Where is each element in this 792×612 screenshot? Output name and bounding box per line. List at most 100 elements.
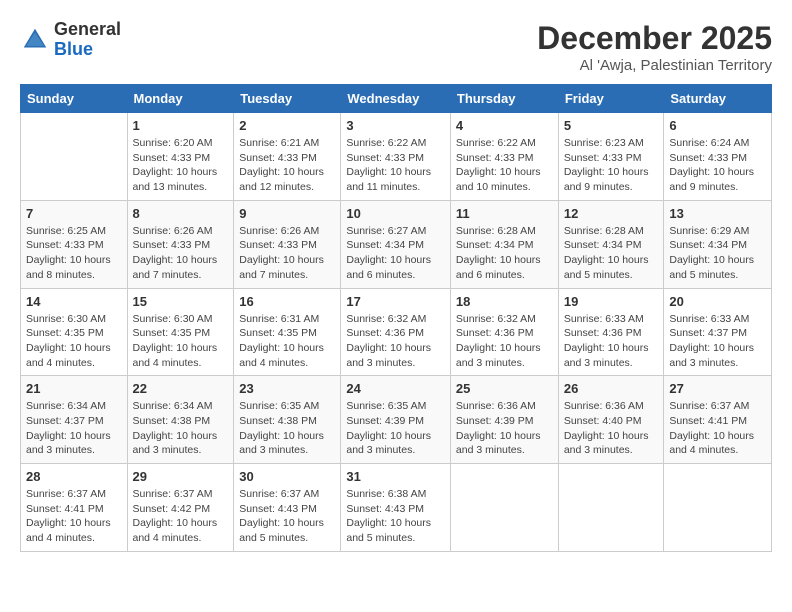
calendar-cell: 19Sunrise: 6:33 AMSunset: 4:36 PMDayligh… xyxy=(558,288,664,376)
day-number: 2 xyxy=(239,118,335,133)
day-info: Sunrise: 6:36 AMSunset: 4:39 PMDaylight:… xyxy=(456,399,553,458)
day-number: 17 xyxy=(346,294,445,309)
calendar-cell: 20 Sunrise: 6:33 AMSunset: 4:37 PMDayligh… xyxy=(664,288,772,376)
day-info: Sunrise: 6:28 AMSunset: 4:34 PMDaylight:… xyxy=(456,224,553,283)
calendar-cell: 13Sunrise: 6:29 AMSunset: 4:34 PMDayligh… xyxy=(664,200,772,288)
calendar-cell: 8 Sunrise: 6:26 AMSunset: 4:33 PMDaylight… xyxy=(127,200,234,288)
calendar-cell: 11 Sunrise: 6:28 AMSunset: 4:34 PMDayligh… xyxy=(450,200,558,288)
day-number: 26 xyxy=(564,381,659,396)
calendar-cell: 12 Sunrise: 6:28 AMSunset: 4:34 PMDayligh… xyxy=(558,200,664,288)
day-number: 5 xyxy=(564,118,659,133)
logo-general-text: General xyxy=(54,20,121,40)
day-number: 6 xyxy=(669,118,766,133)
calendar-cell: 3 Sunrise: 6:22 AMSunset: 4:33 PMDaylight… xyxy=(341,113,451,201)
page-title: December 2025 xyxy=(537,20,772,57)
day-info: Sunrise: 6:22 AMSunset: 4:33 PMDaylight:… xyxy=(346,136,445,195)
calendar-cell: 1Sunrise: 6:20 AMSunset: 4:33 PMDaylight… xyxy=(127,113,234,201)
day-info: Sunrise: 6:34 AMSunset: 4:38 PMDaylight:… xyxy=(133,399,229,458)
day-number: 27 xyxy=(669,381,766,396)
day-info: Sunrise: 6:35 AMSunset: 4:38 PMDaylight:… xyxy=(239,399,335,458)
calendar-cell: 6Sunrise: 6:24 AMSunset: 4:33 PMDaylight… xyxy=(664,113,772,201)
calendar-cell xyxy=(558,464,664,552)
day-info: Sunrise: 6:37 AMSunset: 4:42 PMDaylight:… xyxy=(133,487,229,546)
day-number: 14 xyxy=(26,294,122,309)
day-number: 11 xyxy=(456,206,553,221)
calendar-header-thursday: Thursday xyxy=(450,85,558,113)
day-number: 16 xyxy=(239,294,335,309)
day-info: Sunrise: 6:36 AMSunset: 4:40 PMDaylight:… xyxy=(564,399,659,458)
day-info: Sunrise: 6:32 AMSunset: 4:36 PMDaylight:… xyxy=(346,312,445,371)
day-info: Sunrise: 6:37 AMSunset: 4:41 PMDaylight:… xyxy=(669,399,766,458)
day-info: Sunrise: 6:28 AMSunset: 4:34 PMDaylight:… xyxy=(564,224,659,283)
calendar-cell: 27 Sunrise: 6:37 AMSunset: 4:41 PMDayligh… xyxy=(664,376,772,464)
day-number: 31 xyxy=(346,469,445,484)
calendar-cell: 21 Sunrise: 6:34 AMSunset: 4:37 PMDayligh… xyxy=(21,376,128,464)
calendar-cell: 28 Sunrise: 6:37 AMSunset: 4:41 PMDayligh… xyxy=(21,464,128,552)
day-info: Sunrise: 6:25 AMSunset: 4:33 PMDaylight:… xyxy=(26,224,122,283)
calendar-cell: 22 Sunrise: 6:34 AMSunset: 4:38 PMDayligh… xyxy=(127,376,234,464)
calendar-header-wednesday: Wednesday xyxy=(341,85,451,113)
week-row-1: 1Sunrise: 6:20 AMSunset: 4:33 PMDaylight… xyxy=(21,113,772,201)
day-number: 12 xyxy=(564,206,659,221)
day-info: Sunrise: 6:38 AMSunset: 4:43 PMDaylight:… xyxy=(346,487,445,546)
logo: General Blue xyxy=(20,20,121,60)
calendar-cell xyxy=(664,464,772,552)
day-info: Sunrise: 6:32 AMSunset: 4:36 PMDaylight:… xyxy=(456,312,553,371)
day-number: 15 xyxy=(133,294,229,309)
page-header: General Blue December 2025 Al 'Awja, Pal… xyxy=(20,20,772,74)
calendar-cell: 18 Sunrise: 6:32 AMSunset: 4:36 PMDayligh… xyxy=(450,288,558,376)
day-number: 25 xyxy=(456,381,553,396)
day-info: Sunrise: 6:33 AMSunset: 4:37 PMDaylight:… xyxy=(669,312,766,371)
calendar-cell: 4Sunrise: 6:22 AMSunset: 4:33 PMDaylight… xyxy=(450,113,558,201)
calendar-header-saturday: Saturday xyxy=(664,85,772,113)
title-area: December 2025 Al 'Awja, Palestinian Terr… xyxy=(537,20,772,74)
day-number: 20 xyxy=(669,294,766,309)
day-number: 3 xyxy=(346,118,445,133)
day-number: 9 xyxy=(239,206,335,221)
calendar-cell xyxy=(450,464,558,552)
day-info: Sunrise: 6:37 AMSunset: 4:43 PMDaylight:… xyxy=(239,487,335,546)
calendar-cell: 25 Sunrise: 6:36 AMSunset: 4:39 PMDayligh… xyxy=(450,376,558,464)
calendar-header-monday: Monday xyxy=(127,85,234,113)
day-info: Sunrise: 6:37 AMSunset: 4:41 PMDaylight:… xyxy=(26,487,122,546)
day-number: 18 xyxy=(456,294,553,309)
calendar-cell: 9Sunrise: 6:26 AMSunset: 4:33 PMDaylight… xyxy=(234,200,341,288)
day-info: Sunrise: 6:30 AMSunset: 4:35 PMDaylight:… xyxy=(26,312,122,371)
calendar-header-row: SundayMondayTuesdayWednesdayThursdayFrid… xyxy=(21,85,772,113)
day-info: Sunrise: 6:34 AMSunset: 4:37 PMDaylight:… xyxy=(26,399,122,458)
day-info: Sunrise: 6:26 AMSunset: 4:33 PMDaylight:… xyxy=(133,224,229,283)
day-info: Sunrise: 6:21 AMSunset: 4:33 PMDaylight:… xyxy=(239,136,335,195)
day-number: 21 xyxy=(26,381,122,396)
calendar-header-friday: Friday xyxy=(558,85,664,113)
day-number: 23 xyxy=(239,381,335,396)
calendar-header-sunday: Sunday xyxy=(21,85,128,113)
calendar-cell: 2 Sunrise: 6:21 AMSunset: 4:33 PMDaylight… xyxy=(234,113,341,201)
calendar-cell: 24Sunrise: 6:35 AMSunset: 4:39 PMDayligh… xyxy=(341,376,451,464)
day-number: 10 xyxy=(346,206,445,221)
calendar-cell: 15 Sunrise: 6:30 AMSunset: 4:35 PMDayligh… xyxy=(127,288,234,376)
calendar-table: SundayMondayTuesdayWednesdayThursdayFrid… xyxy=(20,84,772,552)
calendar-header-tuesday: Tuesday xyxy=(234,85,341,113)
calendar-cell: 29Sunrise: 6:37 AMSunset: 4:42 PMDayligh… xyxy=(127,464,234,552)
day-number: 8 xyxy=(133,206,229,221)
logo-icon xyxy=(20,25,50,55)
day-info: Sunrise: 6:22 AMSunset: 4:33 PMDaylight:… xyxy=(456,136,553,195)
day-info: Sunrise: 6:23 AMSunset: 4:33 PMDaylight:… xyxy=(564,136,659,195)
day-number: 1 xyxy=(133,118,229,133)
week-row-2: 7 Sunrise: 6:25 AMSunset: 4:33 PMDaylight… xyxy=(21,200,772,288)
day-number: 22 xyxy=(133,381,229,396)
day-number: 13 xyxy=(669,206,766,221)
calendar-cell: 7 Sunrise: 6:25 AMSunset: 4:33 PMDaylight… xyxy=(21,200,128,288)
day-number: 7 xyxy=(26,206,122,221)
calendar-cell: 26 Sunrise: 6:36 AMSunset: 4:40 PMDayligh… xyxy=(558,376,664,464)
week-row-3: 14 Sunrise: 6:30 AMSunset: 4:35 PMDayligh… xyxy=(21,288,772,376)
calendar-cell: 30Sunrise: 6:37 AMSunset: 4:43 PMDayligh… xyxy=(234,464,341,552)
page-subtitle: Al 'Awja, Palestinian Territory xyxy=(537,57,772,74)
week-row-4: 21 Sunrise: 6:34 AMSunset: 4:37 PMDayligh… xyxy=(21,376,772,464)
calendar-cell xyxy=(21,113,128,201)
calendar-cell: 16Sunrise: 6:31 AMSunset: 4:35 PMDayligh… xyxy=(234,288,341,376)
calendar-cell: 5 Sunrise: 6:23 AMSunset: 4:33 PMDaylight… xyxy=(558,113,664,201)
day-number: 28 xyxy=(26,469,122,484)
day-info: Sunrise: 6:30 AMSunset: 4:35 PMDaylight:… xyxy=(133,312,229,371)
day-info: Sunrise: 6:35 AMSunset: 4:39 PMDaylight:… xyxy=(346,399,445,458)
